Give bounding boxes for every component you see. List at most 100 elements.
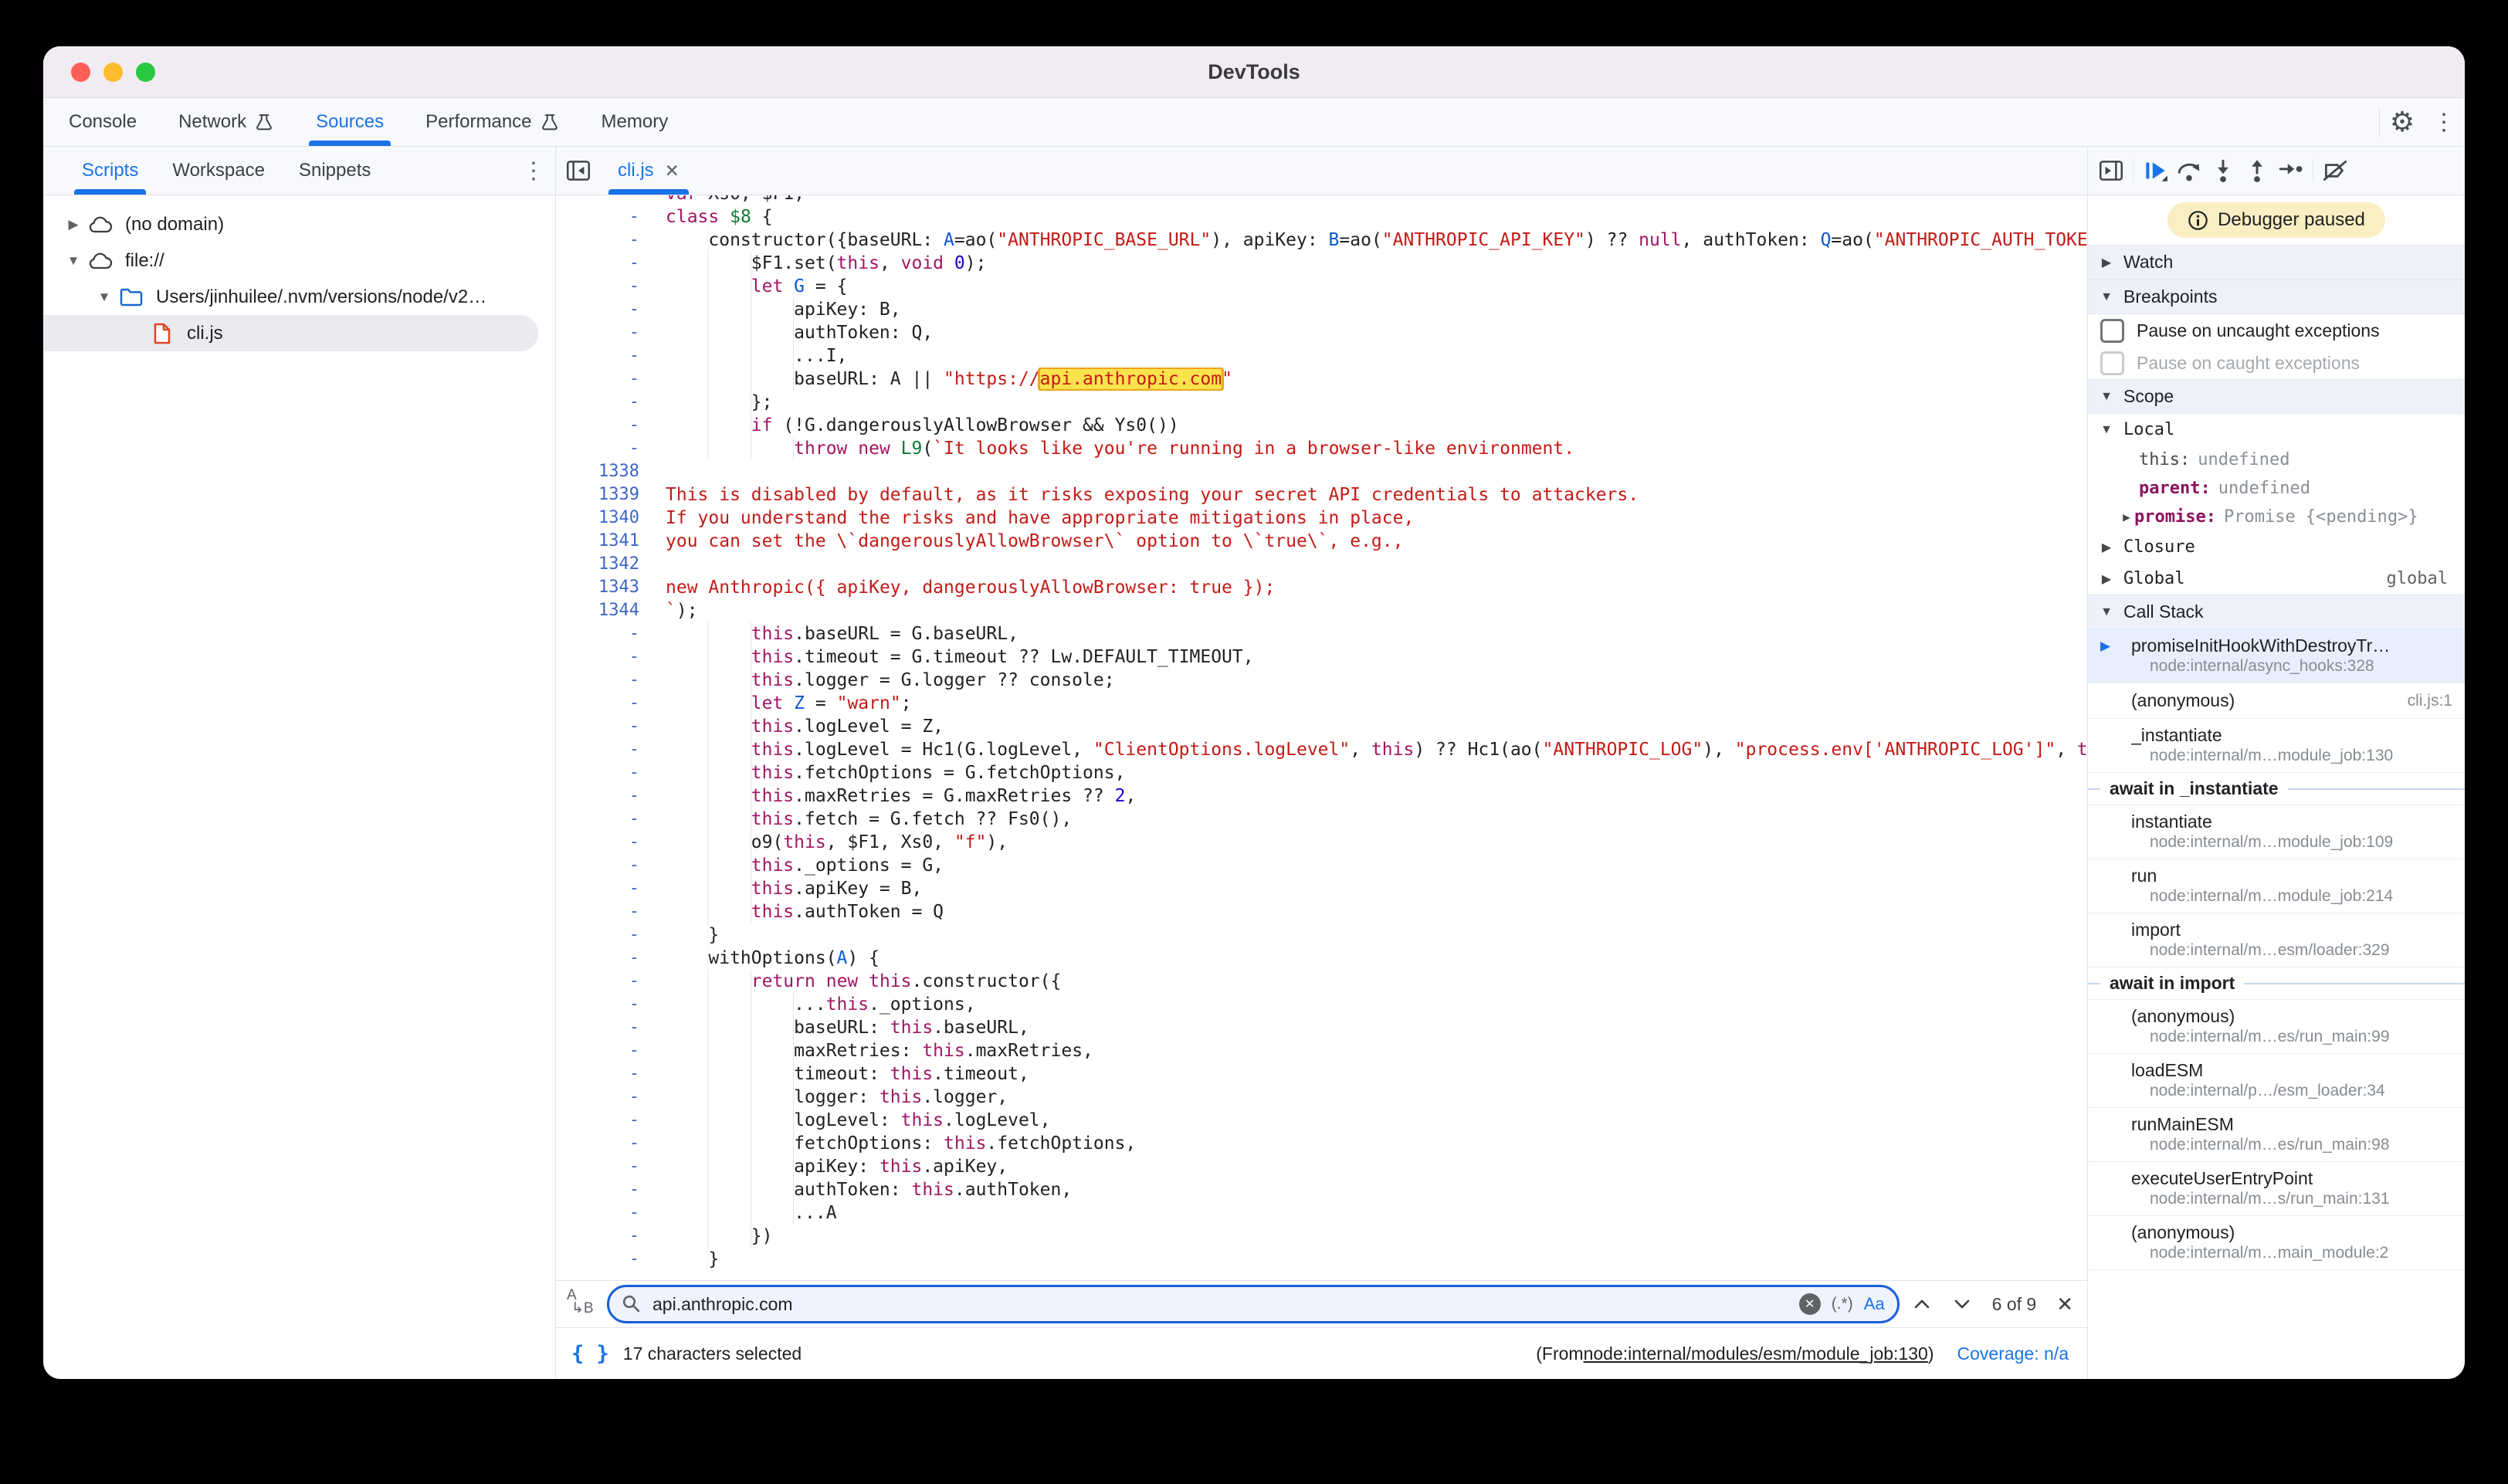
line-number-gutter[interactable]: 1340 (556, 507, 655, 530)
line-number-gutter[interactable]: - (556, 1016, 655, 1039)
search-input[interactable]: api.anthropic.com ✕ (.*) Aa (607, 1285, 1900, 1323)
navigator-tab-scripts[interactable]: Scripts (65, 147, 155, 195)
line-number-gutter[interactable]: - (556, 275, 655, 298)
line-number-gutter[interactable]: - (556, 669, 655, 692)
coverage-link[interactable]: Coverage: n/a (1957, 1343, 2069, 1364)
callstack-frame-promiseinithookwithdestroytr-[interactable]: promiseInitHookWithDestroyTr…node:intern… (2088, 629, 2465, 683)
watch-section-header[interactable]: ▶ Watch (2088, 245, 2465, 280)
line-number-gutter[interactable]: 1339 (556, 483, 655, 507)
main-tab-console[interactable]: Console (48, 98, 158, 146)
deactivate-breakpoints-icon[interactable] (2318, 154, 2352, 188)
line-number-gutter[interactable]: - (556, 854, 655, 877)
line-number-gutter[interactable]: - (556, 229, 655, 252)
chevron-right-icon[interactable]: ▶ (62, 217, 85, 232)
line-number-gutter[interactable]: - (556, 1086, 655, 1109)
regex-toggle[interactable]: (.*) (1832, 1295, 1853, 1313)
tree-item-file-[interactable]: ▼file:// (43, 242, 555, 279)
line-number-gutter[interactable]: - (556, 1248, 655, 1271)
kebab-menu-icon[interactable]: ⋮ (2423, 98, 2465, 146)
step-out-icon[interactable] (2240, 154, 2274, 188)
line-number-gutter[interactable]: - (556, 252, 655, 275)
navigator-tab-snippets[interactable]: Snippets (282, 147, 388, 195)
line-number-gutter[interactable]: - (556, 437, 655, 460)
line-number-gutter[interactable]: - (556, 970, 655, 993)
scope-variable-this[interactable]: this:undefined (2088, 446, 2465, 474)
line-number-gutter[interactable]: - (556, 298, 655, 321)
line-number-gutter[interactable]: - (556, 1039, 655, 1062)
tree-item-users-jinhuilee-nvm-versions-node-v2-[interactable]: ▼Users/jinhuilee/.nvm/versions/node/v2… (43, 279, 555, 315)
match-case-toggle[interactable]: Aa (1864, 1294, 1885, 1314)
line-number-gutter[interactable]: - (556, 1178, 655, 1201)
code-editor[interactable]: var Xs0, $F1;-class $8 {-constructor({ba… (556, 195, 2087, 1280)
breakpoints-section-header[interactable]: ▼ Breakpoints (2088, 280, 2465, 314)
navigator-tab-workspace[interactable]: Workspace (155, 147, 282, 195)
pause-uncaught-checkbox[interactable] (2100, 319, 2124, 343)
minimize-window-button[interactable] (103, 63, 123, 82)
editor-tab-clijs[interactable]: cli.js ✕ (601, 147, 696, 195)
line-number-gutter[interactable]: 1344 (556, 599, 655, 622)
callstack-frame--anonymous-[interactable]: (anonymous)node:internal/m…main_module:2 (2088, 1216, 2465, 1270)
source-location-link[interactable]: node:internal/modules/esm/module_job:130 (1584, 1343, 1928, 1364)
scope-section-header[interactable]: ▼ Scope (2088, 379, 2465, 414)
toggle-debugger-sidebar-icon[interactable] (2094, 154, 2128, 188)
resume-script-icon[interactable] (2138, 154, 2172, 188)
line-number-gutter[interactable]: - (556, 947, 655, 970)
scope-closure-row[interactable]: ▶ Closure (2088, 531, 2465, 563)
line-number-gutter[interactable]: - (556, 692, 655, 715)
tree-item-cli-js[interactable]: cli.js (43, 315, 538, 351)
line-number-gutter[interactable]: 1343 (556, 576, 655, 599)
maximize-window-button[interactable] (136, 63, 155, 82)
line-number-gutter[interactable]: - (556, 1155, 655, 1178)
line-number-gutter[interactable]: - (556, 1062, 655, 1086)
scope-variable-promise[interactable]: ▶promise:Promise {<pending>} (2088, 503, 2465, 531)
step-over-icon[interactable] (2172, 154, 2206, 188)
tree-item--no-domain-[interactable]: ▶(no domain) (43, 206, 555, 242)
line-number-gutter[interactable]: - (556, 1225, 655, 1248)
callstack-frame-run[interactable]: runnode:internal/m…module_job:214 (2088, 859, 2465, 913)
scope-global-row[interactable]: ▶ Global global (2088, 563, 2465, 595)
line-number-gutter[interactable]: - (556, 923, 655, 947)
close-window-button[interactable] (71, 63, 90, 82)
pause-uncaught-exceptions-row[interactable]: Pause on uncaught exceptions (2088, 314, 2465, 347)
main-tab-memory[interactable]: Memory (581, 98, 690, 146)
main-tab-sources[interactable]: Sources (295, 98, 405, 146)
line-number-gutter[interactable]: - (556, 715, 655, 738)
line-number-gutter[interactable]: - (556, 1109, 655, 1132)
line-number-gutter[interactable]: - (556, 1132, 655, 1155)
close-search-icon[interactable]: ✕ (2056, 1293, 2073, 1316)
pause-caught-exceptions-row[interactable]: Pause on caught exceptions (2088, 347, 2465, 379)
line-number-gutter[interactable]: - (556, 784, 655, 808)
pretty-print-icon[interactable]: { } (571, 1342, 609, 1366)
settings-gear-icon[interactable]: ⚙ (2381, 98, 2423, 146)
line-number-gutter[interactable]: 1342 (556, 553, 655, 576)
line-number-gutter[interactable]: - (556, 761, 655, 784)
line-number-gutter[interactable]: - (556, 900, 655, 923)
main-tab-performance[interactable]: Performance (405, 98, 580, 146)
pause-caught-checkbox[interactable] (2100, 351, 2124, 375)
line-number-gutter[interactable]: - (556, 831, 655, 854)
line-number-gutter[interactable]: - (556, 321, 655, 344)
navigator-kebab-menu-icon[interactable]: ⋮ (512, 147, 555, 195)
line-number-gutter[interactable] (556, 195, 655, 205)
line-number-gutter[interactable]: - (556, 645, 655, 669)
line-number-gutter[interactable]: 1341 (556, 530, 655, 553)
line-number-gutter[interactable]: - (556, 993, 655, 1016)
line-number-gutter[interactable]: - (556, 877, 655, 900)
main-tab-network[interactable]: Network (158, 98, 295, 146)
callstack-frame--anonymous-[interactable]: (anonymous)cli.js:1 (2088, 683, 2465, 719)
step-icon[interactable] (2274, 154, 2308, 188)
chevron-down-icon[interactable]: ▼ (93, 290, 116, 305)
collapse-navigator-icon[interactable] (556, 147, 601, 195)
line-number-gutter[interactable]: - (556, 808, 655, 831)
next-match-icon[interactable] (1952, 1294, 1972, 1314)
chevron-right-icon[interactable]: ▶ (2119, 510, 2134, 524)
line-number-gutter[interactable]: - (556, 414, 655, 437)
line-number-gutter[interactable]: - (556, 738, 655, 761)
line-number-gutter[interactable]: - (556, 368, 655, 391)
line-number-gutter[interactable]: - (556, 622, 655, 645)
line-number-gutter[interactable]: - (556, 391, 655, 414)
callstack-frame-runmainesm[interactable]: runMainESMnode:internal/m…es/run_main:98 (2088, 1108, 2465, 1162)
scope-variable-parent[interactable]: parent:undefined (2088, 474, 2465, 503)
clear-search-icon[interactable]: ✕ (1799, 1293, 1821, 1315)
callstack-section-header[interactable]: ▼ Call Stack (2088, 595, 2465, 629)
